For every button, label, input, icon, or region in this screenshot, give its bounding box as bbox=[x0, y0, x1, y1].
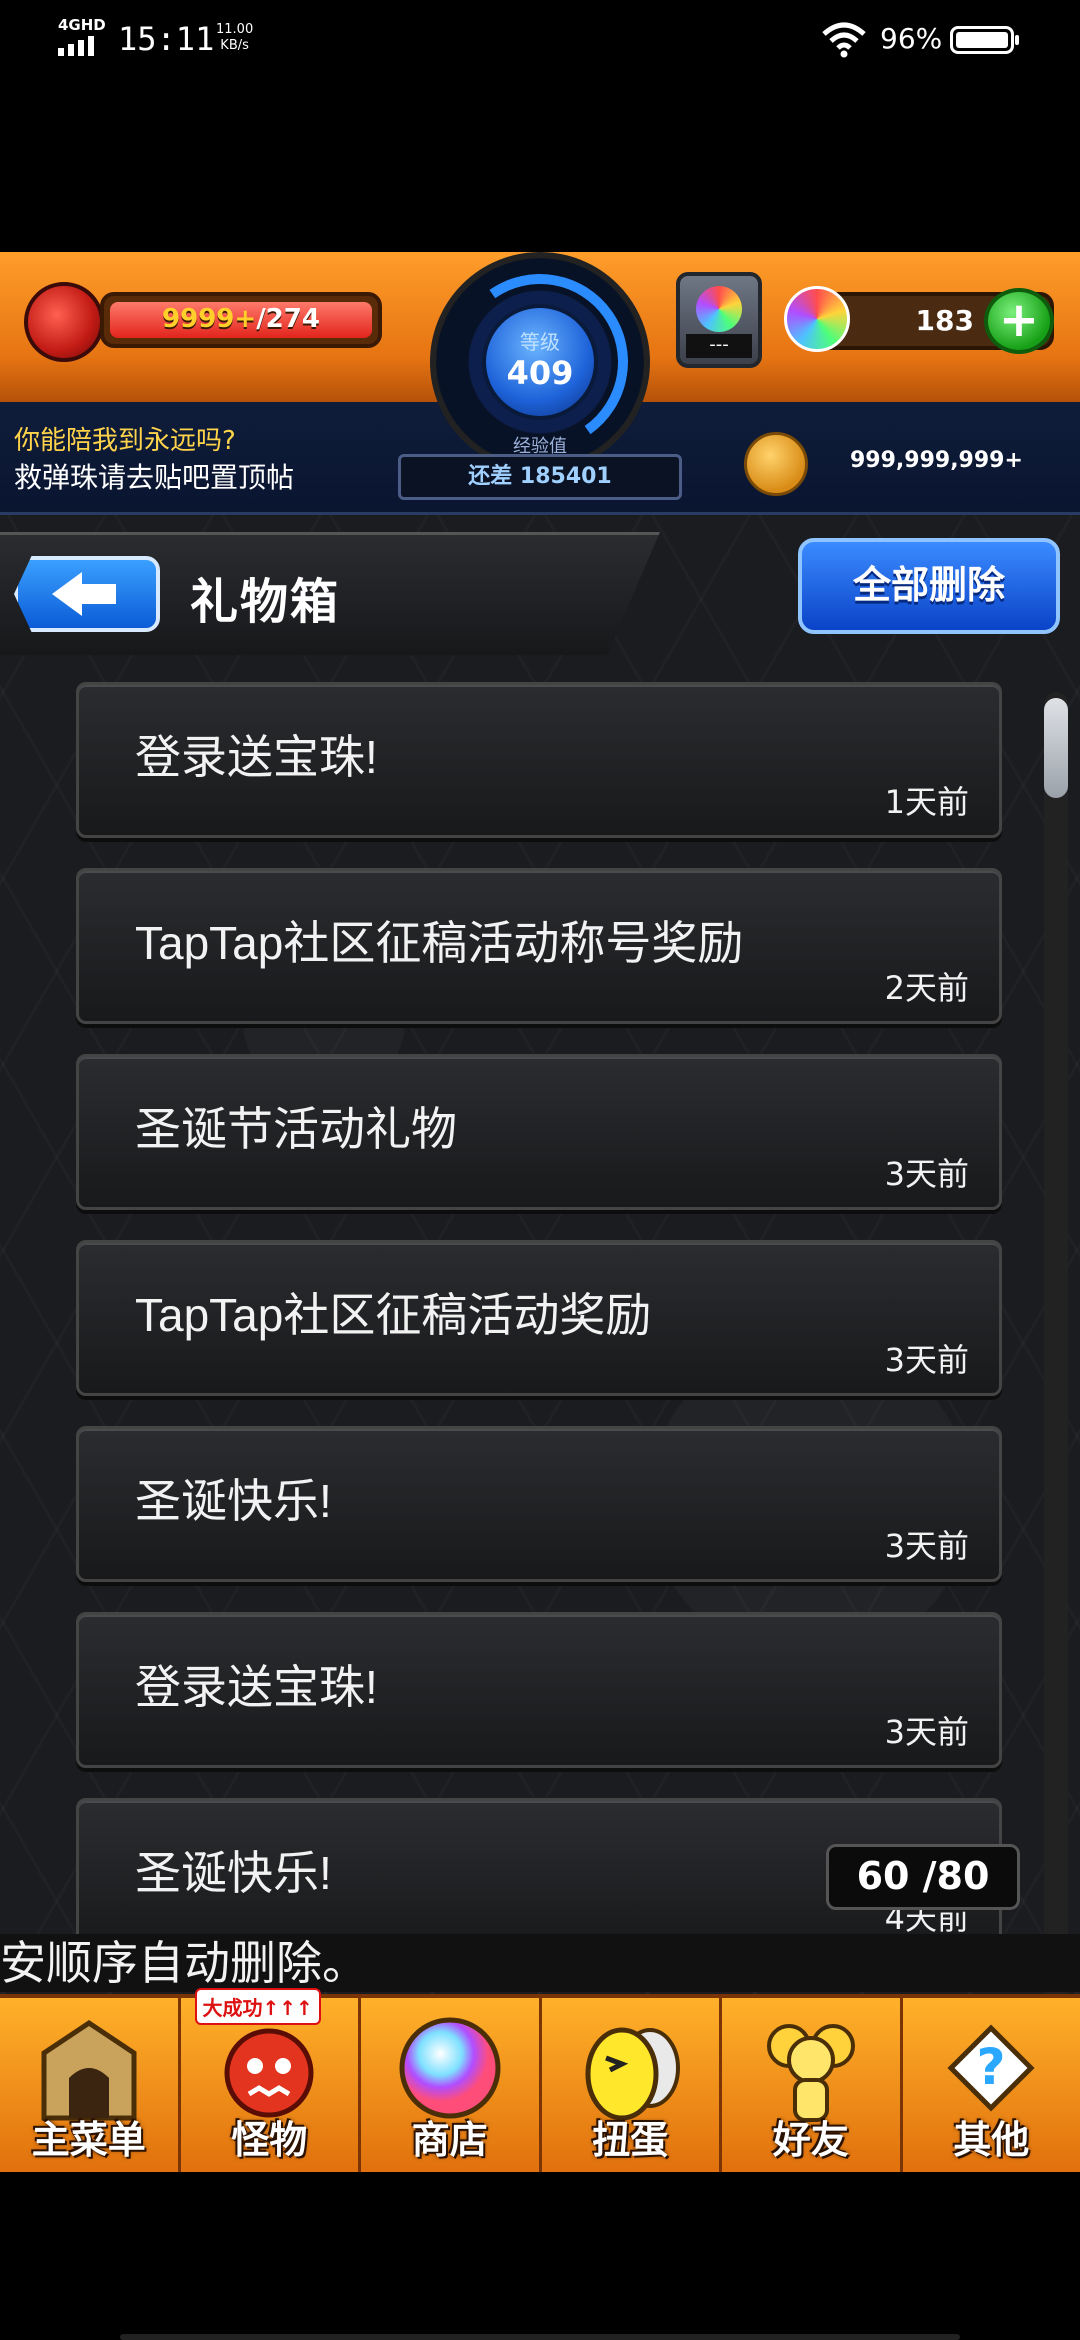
nav-label: 好友 bbox=[772, 2118, 849, 2162]
status-bar: 4GHD 15:11 11.00 KB/s 96% bbox=[0, 0, 1080, 80]
gift-title: 圣诞快乐! bbox=[135, 1847, 332, 1899]
bottom-nav: 主菜单 大成功↑↑↑ 怪物 商店 扭蛋 好友 ? 其他 bbox=[0, 1988, 1080, 2172]
gift-time: 3天前 bbox=[884, 1155, 969, 1193]
gift-time: 2天前 bbox=[884, 969, 969, 1007]
nav-label: 其他 bbox=[953, 2118, 1030, 2162]
monster-avatar-icon[interactable] bbox=[24, 282, 104, 362]
gift-time: 1天前 bbox=[884, 783, 969, 821]
battery-icon bbox=[950, 26, 1019, 54]
nav-label: 怪物 bbox=[231, 2118, 308, 2162]
nav-monster[interactable]: 大成功↑↑↑ 怪物 bbox=[181, 1988, 361, 2172]
level-label: 等级 bbox=[520, 330, 560, 354]
nav-other[interactable]: ? 其他 bbox=[903, 1998, 1080, 2172]
list-item[interactable]: TapTap社区征稿活动称号奖励 2天前 bbox=[76, 868, 1002, 1024]
gift-title: 登录送宝珠! bbox=[135, 731, 378, 783]
svg-text:?: ? bbox=[977, 2038, 1006, 2096]
gift-time: 3天前 bbox=[884, 1341, 969, 1379]
gift-title: 登录送宝珠! bbox=[135, 1661, 378, 1713]
speed-unit: KB/s bbox=[220, 38, 249, 53]
back-arrow-icon bbox=[52, 572, 116, 616]
coin-icon bbox=[744, 432, 808, 496]
nav-label: 商店 bbox=[411, 2118, 488, 2162]
stamina-max: /274 bbox=[256, 304, 320, 334]
nav-label: 扭蛋 bbox=[592, 2118, 669, 2162]
notice-line-2: 救弹珠请去贴吧置顶帖 bbox=[14, 461, 295, 494]
buy-orbs-button[interactable]: + bbox=[984, 288, 1054, 354]
list-item[interactable]: 登录送宝珠! 3天前 bbox=[76, 1612, 1002, 1768]
gift-title: 圣诞快乐! bbox=[135, 1475, 332, 1527]
ticker-text: 安顺序自动删除。 bbox=[0, 1934, 1080, 1992]
list-item[interactable]: 圣诞快乐! 3天前 bbox=[76, 1426, 1002, 1582]
gift-title: TapTap社区征稿活动奖励 bbox=[135, 1289, 652, 1341]
gacha-ticket-icon[interactable]: --- bbox=[676, 272, 762, 368]
network-speed: 11.00 KB/s bbox=[216, 22, 253, 54]
list-item[interactable]: 圣诞节活动礼物 3天前 bbox=[76, 1054, 1002, 1210]
gift-title: TapTap社区征稿活动称号奖励 bbox=[135, 917, 744, 969]
wifi-icon bbox=[822, 22, 866, 58]
gift-time: 3天前 bbox=[884, 1527, 969, 1565]
exp-remaining: 还差 185401 bbox=[398, 454, 682, 500]
scroll-thumb[interactable] bbox=[1044, 698, 1068, 798]
notice-line-1: 你能陪我到永远吗? bbox=[14, 426, 236, 456]
nav-main-menu[interactable]: 主菜单 bbox=[0, 1998, 181, 2172]
back-button[interactable] bbox=[14, 556, 160, 632]
network-type: 4GHD bbox=[58, 16, 106, 34]
nav-gacha[interactable]: 扭蛋 bbox=[542, 1998, 722, 2172]
monster-badge: 大成功↑↑↑ bbox=[194, 1988, 321, 2025]
stamina-current: 9999+ bbox=[162, 304, 257, 334]
nav-friends[interactable]: 好友 bbox=[722, 1998, 903, 2172]
gift-counter: 60 /80 bbox=[826, 1844, 1020, 1910]
battery-percent: 96% bbox=[880, 22, 943, 55]
nav-shop[interactable]: 商店 bbox=[361, 1998, 542, 2172]
delete-all-button[interactable]: 全部删除 bbox=[798, 538, 1060, 634]
ticket-count: --- bbox=[686, 334, 752, 358]
gift-title: 圣诞节活动礼物 bbox=[135, 1103, 457, 1155]
scrollbar[interactable] bbox=[1044, 692, 1068, 2052]
page-title: 礼物箱 bbox=[190, 574, 341, 630]
system-nav-area bbox=[0, 2172, 1080, 2340]
list-item[interactable]: TapTap社区征稿活动奖励 3天前 bbox=[76, 1240, 1002, 1396]
orb-icon bbox=[784, 286, 850, 352]
clock: 15:11 bbox=[118, 20, 215, 58]
home-handle[interactable] bbox=[120, 2334, 960, 2340]
list-item[interactable]: 登录送宝珠! 1天前 bbox=[76, 682, 1002, 838]
coin-count: 999,999,999+ bbox=[850, 448, 1023, 473]
speed-value: 11.00 bbox=[216, 22, 254, 37]
level-value: 409 bbox=[506, 354, 574, 392]
game-screen: 9999+/274 等级 409 经验值 还差 185401 --- 183 +… bbox=[0, 252, 1080, 2172]
orb-count: 183 bbox=[915, 304, 974, 337]
stamina-bar: 9999+/274 bbox=[100, 292, 382, 348]
nav-label: 主菜单 bbox=[31, 2118, 146, 2162]
signal-icon bbox=[58, 36, 94, 56]
gift-time: 3天前 bbox=[884, 1713, 969, 1751]
